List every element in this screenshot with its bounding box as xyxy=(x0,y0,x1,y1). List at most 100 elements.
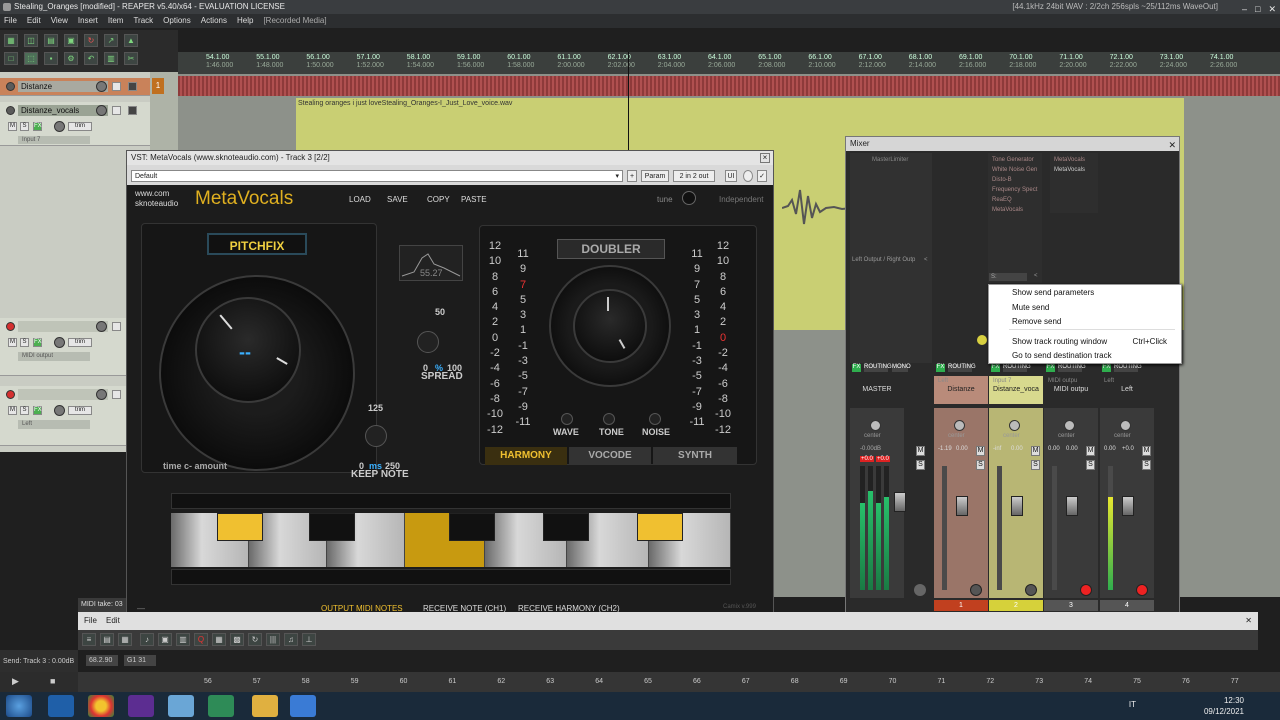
strip-io[interactable]: Left xyxy=(938,378,948,384)
grid-field[interactable]: G1 31 xyxy=(124,655,156,666)
solo-button[interactable]: S xyxy=(20,122,29,131)
app-icon[interactable] xyxy=(168,695,194,717)
quantize-icon[interactable]: Q xyxy=(194,633,208,646)
menu-file[interactable]: File xyxy=(4,14,17,28)
track-name[interactable]: Distanze_vocals xyxy=(18,105,108,116)
tune-knob[interactable] xyxy=(682,191,696,205)
volume-fader[interactable] xyxy=(1066,496,1078,516)
visual-studio-icon[interactable] xyxy=(128,695,154,717)
menu-recorded-media[interactable]: [Recorded Media] xyxy=(263,14,326,28)
add-preset-button[interactable]: + xyxy=(627,170,637,182)
track-fx-list-2[interactable]: MetaVocals MetaVocals xyxy=(1050,153,1098,213)
record-arm-button[interactable] xyxy=(6,390,15,399)
menu-mute-send[interactable]: Mute send xyxy=(1012,303,1049,312)
send-output-label[interactable]: Left Output / Right Outp xyxy=(852,257,915,263)
trim-button[interactable]: trim xyxy=(68,338,92,347)
volume-knob[interactable] xyxy=(96,105,107,116)
pan-knob[interactable] xyxy=(1064,420,1075,431)
loop-icon[interactable]: ↻ xyxy=(84,34,98,47)
fx-button[interactable]: FX xyxy=(33,338,42,347)
routing-button[interactable]: ROUTING xyxy=(864,364,892,372)
menu-options[interactable]: Options xyxy=(163,14,191,28)
explorer-icon[interactable] xyxy=(252,695,278,717)
play-icon[interactable]: ▶ xyxy=(12,676,19,687)
chrome-icon[interactable] xyxy=(88,695,114,717)
piano-roll-icon[interactable]: ▤ xyxy=(100,633,114,646)
mono-button[interactable]: MONO xyxy=(892,364,911,372)
fx-button[interactable]: FX xyxy=(991,364,1000,372)
record-arm-button[interactable] xyxy=(970,584,982,596)
pan-knob[interactable] xyxy=(54,337,65,348)
vst-title-bar[interactable]: VST: MetaVocals (www.sknoteaudio.com) - … xyxy=(127,151,773,165)
doubler-button[interactable]: DOUBLER xyxy=(557,239,665,259)
record-arm-button[interactable] xyxy=(1080,584,1092,596)
strip-name[interactable]: Distanze xyxy=(936,386,986,393)
mixer-strip[interactable]: FX ROUTING MIDI outpu MIDI outpu center 0.00 0… xyxy=(1044,362,1098,612)
input-selector[interactable]: Left xyxy=(18,420,90,429)
volume-knob[interactable] xyxy=(96,389,107,400)
mixer-strip[interactable]: FX ROUTING Left Left center 0.00 +0.0 M S 4 xyxy=(1100,362,1154,612)
copy-button[interactable]: COPY xyxy=(427,195,450,204)
fx-item[interactable]: White Noise Gen xyxy=(992,165,1037,175)
undo-icon[interactable]: ↶ xyxy=(84,52,98,65)
midi-menu-edit[interactable]: Edit xyxy=(106,612,120,630)
input-selector[interactable]: Input 7 xyxy=(18,136,90,144)
pan-knob[interactable] xyxy=(1120,420,1131,431)
solo-button[interactable]: S xyxy=(20,406,29,415)
trim-button[interactable]: trim xyxy=(68,406,92,415)
tone-knob[interactable] xyxy=(603,413,615,425)
pan-knob[interactable] xyxy=(954,420,965,431)
black-key[interactable] xyxy=(449,513,495,541)
pan-knob[interactable] xyxy=(870,420,881,431)
select-icon[interactable]: ▣ xyxy=(158,633,172,646)
stop-icon[interactable]: ■ xyxy=(50,676,55,686)
fx-item[interactable]: Frequency Spect xyxy=(992,185,1037,195)
menu-item[interactable]: Item xyxy=(108,14,124,28)
track-name-empty[interactable] xyxy=(18,389,108,400)
start-icon[interactable] xyxy=(6,695,32,717)
solo-button[interactable]: S xyxy=(1142,460,1151,470)
mute-button[interactable]: M xyxy=(8,406,17,415)
save-icon[interactable]: ▪ xyxy=(44,52,58,65)
pan-knob[interactable] xyxy=(54,405,65,416)
volume-knob[interactable] xyxy=(96,321,107,332)
wave-knob[interactable] xyxy=(561,413,573,425)
pan-knob[interactable] xyxy=(1009,420,1020,431)
mixer-strip[interactable]: FX ROUTING Distanze Left center -1.19 0.00 M S 1 xyxy=(934,362,988,612)
menu-view[interactable]: View xyxy=(51,14,68,28)
mute-button[interactable]: M xyxy=(976,446,985,456)
fx-button[interactable]: FX xyxy=(1102,364,1111,372)
routing-button[interactable]: ROUTING xyxy=(948,364,976,372)
volume-fader[interactable] xyxy=(894,492,906,512)
mute-button[interactable]: M xyxy=(8,122,17,131)
vocode-tab[interactable]: VOCODE xyxy=(569,447,651,465)
menu-show-track-routing[interactable]: Show track routing window xyxy=(1012,337,1107,346)
track-fx-list[interactable]: Tone Generator White Noise Gen Disto-B F… xyxy=(988,153,1042,283)
black-key[interactable] xyxy=(543,513,589,541)
keyboard-icon[interactable]: ▥ xyxy=(176,633,190,646)
list-icon[interactable]: ≡ xyxy=(82,633,96,646)
noise-knob[interactable] xyxy=(649,413,661,425)
close-icon[interactable]: × xyxy=(760,153,770,163)
strip-name[interactable]: Left xyxy=(1102,386,1152,393)
language-indicator[interactable]: IT xyxy=(1129,700,1136,709)
strip-name[interactable]: MIDI outpu xyxy=(1046,386,1096,393)
volume-fader[interactable] xyxy=(956,496,968,516)
select-icon[interactable]: ⬚ xyxy=(24,52,38,65)
snap-icon[interactable]: ◫ xyxy=(24,34,38,47)
record-arm-button[interactable] xyxy=(6,82,15,91)
fx-item[interactable]: MetaVocals xyxy=(1054,155,1085,165)
menu-track[interactable]: Track xyxy=(133,14,153,28)
strip-name[interactable]: MASTER xyxy=(852,386,902,393)
volume-knob[interactable] xyxy=(96,81,107,92)
mute-button[interactable]: M xyxy=(1086,446,1095,456)
pitchfix-knob[interactable]: -- xyxy=(195,297,301,403)
strip-io[interactable]: Input 7 xyxy=(993,378,1011,384)
reaper-app-icon[interactable] xyxy=(3,3,11,11)
midi-ruler[interactable]: 56 57 58 59 60 61 62 63 64 65 66 67 68 69 70 71 72 73 74 75… xyxy=(78,672,1280,692)
strip-io[interactable]: MIDI outpu xyxy=(1048,378,1077,384)
snap-icon[interactable]: ▦ xyxy=(212,633,226,646)
save-button[interactable]: SAVE xyxy=(387,195,408,204)
grid-toggle-icon[interactable]: ▩ xyxy=(230,633,244,646)
fx-item[interactable]: Disto-B xyxy=(992,175,1037,185)
